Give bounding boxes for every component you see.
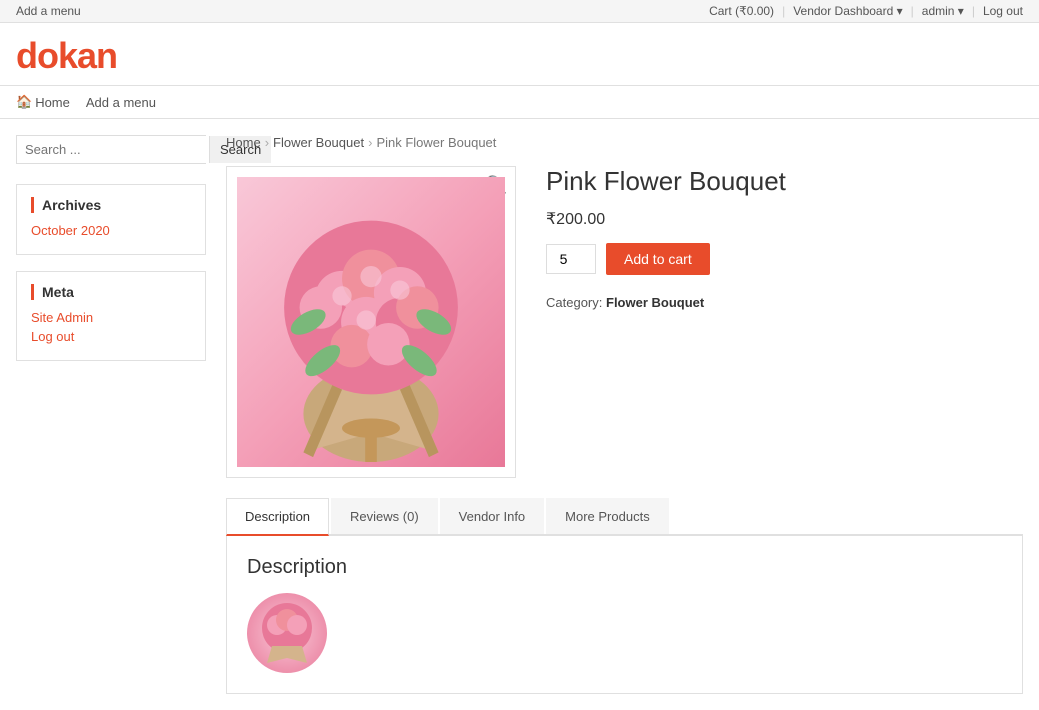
logout-link[interactable]: Log out	[983, 4, 1023, 18]
sep3: |	[972, 4, 975, 18]
description-image	[247, 593, 327, 673]
category-value: Flower Bouquet	[606, 295, 704, 310]
site-admin-link[interactable]: Site Admin	[31, 310, 191, 325]
breadcrumb-category[interactable]: Flower Bouquet	[273, 135, 364, 150]
product-image-container: 🔍	[226, 166, 516, 478]
logo-text: okan	[37, 35, 117, 76]
bouquet-svg	[241, 182, 501, 462]
nav: 🏠 Home Add a menu	[0, 86, 1039, 119]
description-heading: Description	[247, 556, 1002, 579]
tab-vendor-info[interactable]: Vendor Info	[440, 498, 545, 534]
archives-oct-2020[interactable]: October 2020	[31, 223, 191, 238]
breadcrumb-current: Pink Flower Bouquet	[376, 135, 496, 150]
cart-link[interactable]: Cart (₹0.00)	[709, 4, 774, 18]
sep1: |	[782, 4, 785, 18]
sep2: |	[911, 4, 914, 18]
nav-home-link[interactable]: 🏠 Home	[16, 94, 70, 110]
top-bar-right: Cart (₹0.00) | Vendor Dashboard ▾ | admi…	[709, 4, 1023, 18]
tab-more-products[interactable]: More Products	[546, 498, 669, 534]
tab-reviews[interactable]: Reviews (0)	[331, 498, 438, 534]
category-label: Category:	[546, 295, 602, 310]
breadcrumb-sep2: ›	[368, 135, 372, 150]
nav-home-label: Home	[35, 95, 70, 110]
category-value-link[interactable]: Flower Bouquet	[606, 295, 704, 310]
product-price: ₹200.00	[546, 209, 1023, 229]
add-to-cart-row: Add to cart	[546, 243, 1023, 275]
content: Home › Flower Bouquet › Pink Flower Bouq…	[226, 135, 1023, 694]
log-out-link[interactable]: Log out	[31, 329, 191, 344]
main-layout: Search Archives October 2020 Meta Site A…	[0, 119, 1039, 710]
top-bar-left-label[interactable]: Add a menu	[16, 4, 81, 18]
breadcrumb-sep1: ›	[265, 135, 269, 150]
archives-section: Archives October 2020	[16, 184, 206, 255]
product-details: Pink Flower Bouquet ₹200.00 Add to cart …	[546, 166, 1023, 478]
breadcrumb-home[interactable]: Home	[226, 135, 261, 150]
product-title: Pink Flower Bouquet	[546, 166, 1023, 197]
header: dokan	[0, 23, 1039, 86]
description-bouquet-icon	[252, 598, 322, 668]
archives-title: Archives	[31, 197, 191, 213]
meta-section: Meta Site Admin Log out	[16, 271, 206, 361]
product-category: Category: Flower Bouquet	[546, 295, 1023, 310]
tabs-container: Description Reviews (0) Vendor Info More…	[226, 498, 1023, 694]
search-input[interactable]	[17, 136, 209, 163]
vendor-dashboard-link[interactable]: Vendor Dashboard ▾	[793, 4, 902, 18]
sidebar: Search Archives October 2020 Meta Site A…	[16, 135, 206, 694]
add-to-cart-button[interactable]: Add to cart	[606, 243, 710, 275]
search-box: Search	[16, 135, 206, 164]
home-icon: 🏠	[16, 94, 32, 110]
logo-accent: d	[16, 35, 37, 76]
logo[interactable]: dokan	[16, 35, 1023, 77]
breadcrumb: Home › Flower Bouquet › Pink Flower Bouq…	[226, 135, 1023, 150]
tab-content: Description	[226, 536, 1023, 694]
meta-title: Meta	[31, 284, 191, 300]
tabs: Description Reviews (0) Vendor Info More…	[226, 498, 1023, 536]
product-image	[237, 177, 505, 467]
top-bar: Add a menu Cart (₹0.00) | Vendor Dashboa…	[0, 0, 1039, 23]
product-section: 🔍	[226, 166, 1023, 478]
quantity-input[interactable]	[546, 244, 596, 274]
tab-description[interactable]: Description	[226, 498, 329, 536]
admin-link[interactable]: admin ▾	[922, 4, 964, 18]
nav-add-menu-link[interactable]: Add a menu	[86, 95, 156, 110]
